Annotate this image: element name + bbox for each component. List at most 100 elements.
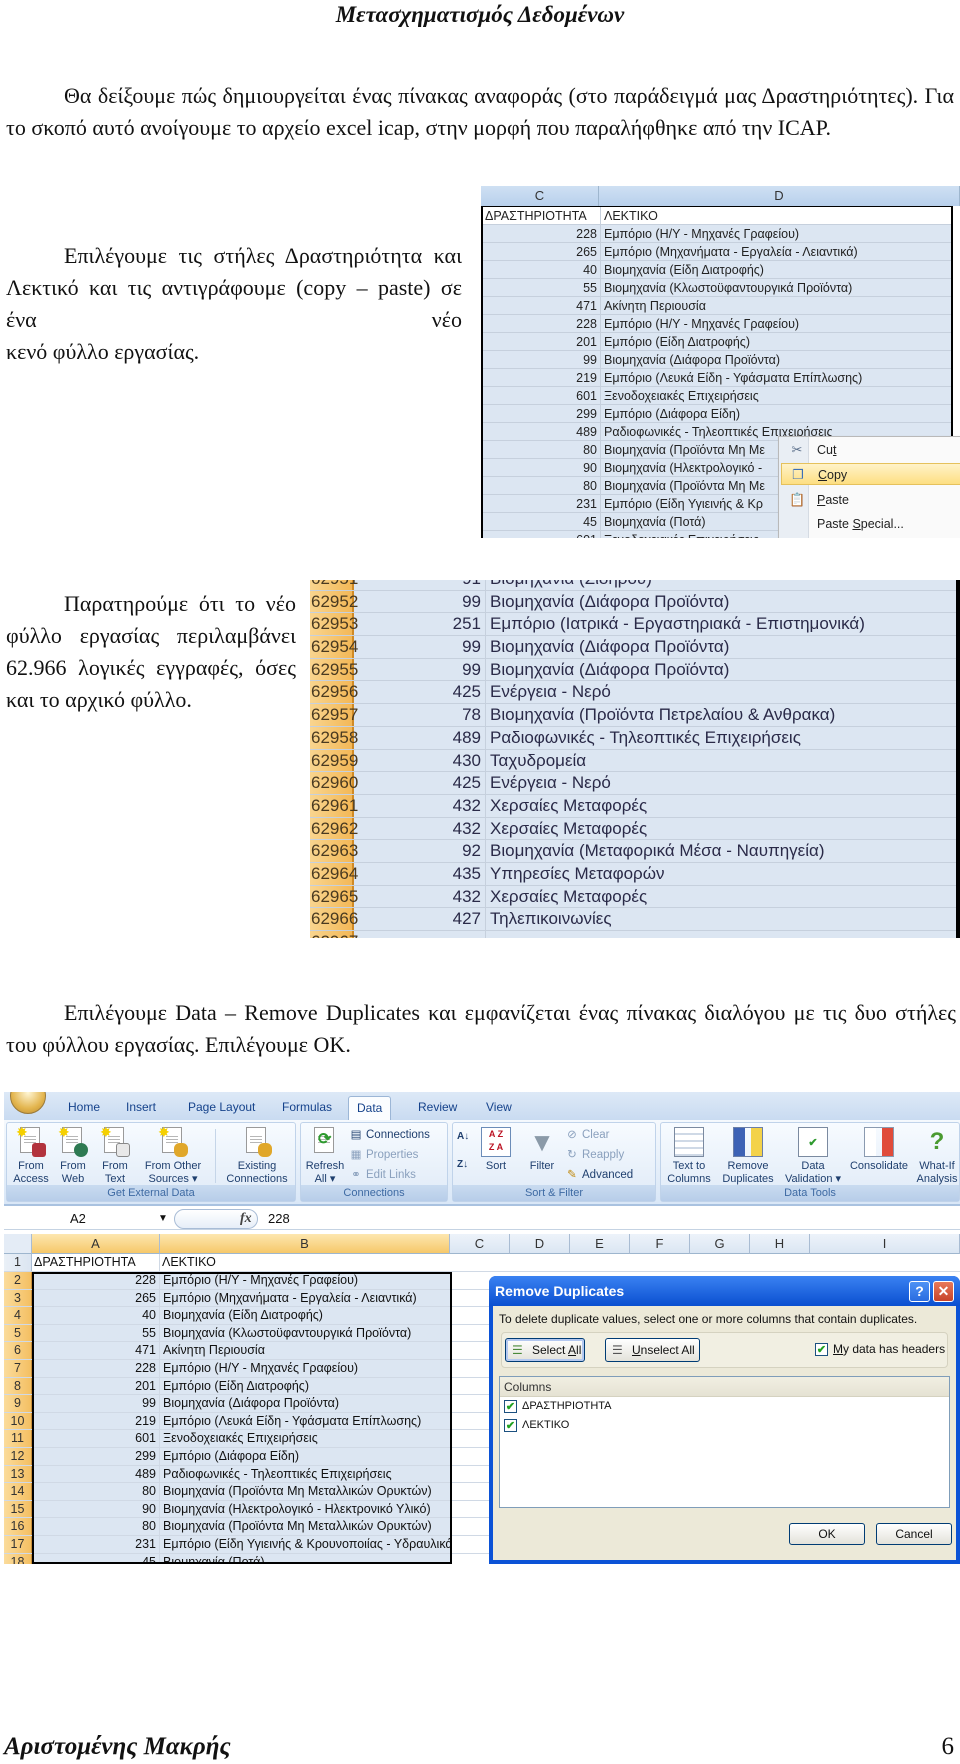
edit-links-button[interactable]: ⚭ Edit Links [349, 1165, 416, 1185]
activity-code-cell[interactable]: 471 [32, 1342, 160, 1359]
activity-label-cell[interactable]: Εμπόριο (Είδη Διατροφής) [601, 333, 750, 350]
table-row[interactable]: 62962 432 Χερσαίες Μεταφορές [310, 817, 956, 841]
activity-code-cell[interactable]: 425 [354, 681, 486, 704]
row-number[interactable]: 62958 [310, 726, 358, 749]
activity-code-cell[interactable]: 265 [483, 243, 601, 260]
row-number[interactable]: 62959 [310, 749, 358, 772]
activity-label-cell[interactable]: Βιομηχανία (Διάφορα Προϊόντα) [601, 351, 780, 368]
table-row[interactable]: 62952 99 Βιομηχανία (Διάφορα Προϊόντα) [310, 590, 956, 614]
table-row[interactable]: 62961 432 Χερσαίες Μεταφορές [310, 794, 956, 818]
sort-button[interactable]: A ZZ A Sort [479, 1125, 513, 1173]
activity-label-cell[interactable]: Βιομηχανία (Κλωστοϋφαντουργικά Προϊόντα) [160, 1324, 450, 1342]
row-number[interactable]: 7 [4, 1360, 32, 1377]
activity-code-cell[interactable]: 432 [354, 885, 486, 908]
activity-label-cell[interactable]: Βιομηχανία (Προϊόντα Μη Μεταλλικών Ορυκτ… [160, 1483, 450, 1500]
activity-label-cell[interactable]: Χερσαίες Μεταφορές [486, 886, 647, 908]
row-number[interactable]: 8 [4, 1377, 32, 1395]
activity-code-cell[interactable]: 99 [483, 351, 601, 368]
activity-label-cell[interactable]: Εμπόριο (Η/Υ - Μηχανές Γραφείου) [160, 1272, 450, 1289]
activity-label-cell[interactable]: Εμπόριο (Είδη Υγιεινής & Κρουνοποιίας - … [160, 1536, 450, 1553]
activity-code-cell[interactable]: 231 [32, 1536, 160, 1553]
activity-code-cell[interactable]: 55 [483, 279, 601, 296]
activity-code-cell[interactable]: 435 [354, 862, 486, 885]
activity-label-cell[interactable]: Βιομηχανία (Προϊόντα Μη Με [601, 477, 765, 494]
row-number[interactable]: 62966 [310, 908, 358, 930]
activity-label-cell[interactable]: Υπηρεσίες Μεταφορών [486, 863, 665, 885]
column-header-c[interactable]: C [481, 186, 599, 206]
activity-label-cell[interactable]: Ξενοδοχειακές Επιχειρήσεις [601, 387, 759, 404]
table-row[interactable]: 62960 425 Ενέργεια - Νερό [310, 772, 956, 795]
table-header-row[interactable]: ΔΡΑΣΤΗΡΙΟΤΗΤΑ ΛΕΚΤΙΚΟ [483, 207, 951, 225]
my-data-has-headers-checkbox[interactable]: ✔ My data has headers [815, 1342, 945, 1357]
table-row[interactable]: 62965 432 Χερσαίες Μεταφορές [310, 885, 956, 909]
menu-item-copy[interactable]: ❐ Copy [781, 463, 960, 485]
row-number[interactable]: 4 [4, 1307, 32, 1324]
row-number[interactable]: 16 [4, 1518, 32, 1535]
activity-code-cell[interactable]: 489 [354, 726, 486, 749]
activity-code-cell[interactable]: 40 [483, 261, 601, 278]
activity-label-cell[interactable]: Ενέργεια - Νερό [486, 772, 611, 794]
table-row[interactable]: 62955 99 Βιομηχανία (Διάφορα Προϊόντα) [310, 658, 956, 682]
select-all-corner[interactable] [4, 1234, 32, 1254]
row-number[interactable]: 62952 [310, 590, 358, 613]
column-header-c[interactable]: C [450, 1234, 510, 1254]
activity-label-cell[interactable]: Βιομηχανία (Είδη Διατροφής) [601, 261, 764, 278]
activity-code-cell[interactable]: 201 [483, 333, 601, 350]
activity-code-cell[interactable]: 80 [483, 441, 601, 458]
activity-label-cell[interactable]: Βιομηχανία (Διάφορα Προϊόντα) [486, 636, 729, 658]
activity-code-cell[interactable]: 432 [354, 817, 486, 840]
activity-label-cell[interactable]: Ακίνητη Περιουσία [160, 1342, 450, 1359]
row-number[interactable]: 11 [4, 1430, 32, 1447]
table-row[interactable]: 55 Βιομηχανία (Κλωστοϋφαντουργικά Προϊόντ… [483, 279, 951, 297]
formula-input[interactable]: 228 [268, 1209, 290, 1229]
column-header-i[interactable]: I [810, 1234, 960, 1254]
activity-label-cell[interactable] [486, 931, 490, 938]
activity-label-cell[interactable]: Εμπόριο (Λευκά Είδη - Υφάσματα Επίπλωσης… [160, 1412, 450, 1430]
header-cell-activity[interactable]: ΔΡΑΣΤΗΡΙΟΤΗΤΑ [483, 207, 601, 224]
activity-code-cell[interactable]: 45 [32, 1553, 160, 1564]
filter-button[interactable]: ▼ Filter [523, 1125, 561, 1173]
dialog-title-bar[interactable]: Remove Duplicates ? ✕ [489, 1276, 960, 1306]
tab-view[interactable]: View [478, 1096, 520, 1120]
activity-code-cell[interactable]: 228 [32, 1272, 160, 1289]
activity-code-cell[interactable]: 99 [354, 636, 486, 658]
select-all-button[interactable]: ☰ Select All [505, 1338, 585, 1362]
tab-review[interactable]: Review [410, 1096, 465, 1120]
table-row[interactable]: 62956 425 Ενέργεια - Νερό [310, 681, 956, 705]
activity-code-cell[interactable]: 265 [32, 1289, 160, 1307]
activity-label-cell[interactable]: Ραδιοφωνικές - Τηλεοπτικές Επιχειρήσεις [486, 727, 801, 749]
row-number[interactable]: 62960 [310, 772, 358, 794]
row-number[interactable]: 15 [4, 1500, 32, 1518]
table-header-row[interactable]: 1 ΔΡΑΣΤΗΡΙΟΤΗΤΑ ΛΕΚΤΙΚΟ [4, 1254, 960, 1272]
activity-label-cell[interactable]: Βιομηχανία (Διάφορα Προϊόντα) [486, 591, 729, 613]
tab-data[interactable]: Data [348, 1096, 392, 1120]
activity-label-cell[interactable]: Βιομηχανία (Ηλεκτρολογικό - Ηλεκτρονικό … [160, 1500, 450, 1518]
name-box[interactable]: A2 [4, 1209, 144, 1229]
activity-label-cell[interactable]: Βιομηχανία (Ποτά) [160, 1553, 450, 1564]
activity-code-cell[interactable] [354, 931, 486, 938]
table-row[interactable]: 40 Βιομηχανία (Είδη Διατροφής) [483, 261, 951, 279]
activity-code-cell[interactable]: 92 [354, 840, 486, 862]
unselect-all-button[interactable]: ☰ Unselect All [605, 1338, 700, 1362]
connections-button[interactable]: ▤ Connections [349, 1125, 430, 1145]
insert-function-icon[interactable]: fx [240, 1209, 252, 1229]
activity-code-cell[interactable]: 219 [32, 1412, 160, 1430]
activity-label-cell[interactable]: Βιομηχανία (Ποτά) [601, 513, 706, 530]
row-number[interactable]: 62951 [310, 580, 358, 590]
from-access-button[interactable]: ✸ From Access [11, 1125, 51, 1186]
tab-insert[interactable]: Insert [118, 1096, 164, 1120]
close-button[interactable]: ✕ [933, 1281, 954, 1302]
table-row[interactable]: 62957 78 Βιομηχανία (Προϊόντα Πετρελαίου &… [310, 704, 956, 727]
activity-label-cell[interactable]: Εμπόριο (Η/Υ - Μηχανές Γραφείου) [601, 315, 799, 332]
activity-label-cell[interactable]: Εμπόριο (Διάφορα Είδη) [160, 1448, 450, 1465]
advanced-filter-button[interactable]: ✎ Advanced [565, 1165, 633, 1185]
checkbox-checked-icon[interactable]: ✔ [504, 1418, 517, 1432]
column-header-d[interactable]: D [510, 1234, 570, 1254]
row-number[interactable]: 9 [4, 1395, 32, 1412]
row-number[interactable]: 62961 [310, 794, 358, 817]
activity-code-cell[interactable]: 601 [483, 531, 601, 538]
activity-label-cell[interactable]: Εμπόριο (Η/Υ - Μηχανές Γραφείου) [160, 1360, 450, 1377]
table-row[interactable]: 601Ξενοδοχειακές Επιχειρήσεις [483, 387, 951, 405]
row-number[interactable]: 62965 [310, 885, 358, 908]
row-number[interactable]: 62955 [310, 658, 358, 681]
